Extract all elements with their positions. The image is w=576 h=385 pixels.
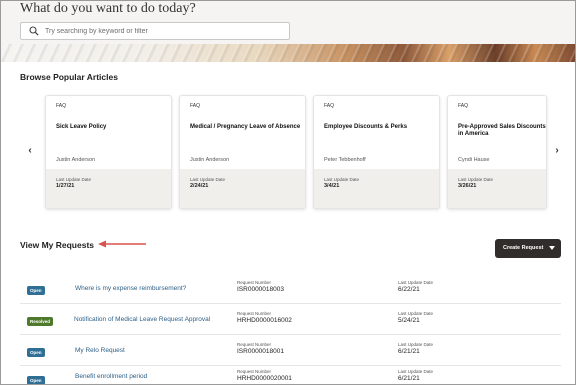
request-title-link[interactable]: Where is my expense reimbursement?: [75, 285, 186, 292]
view-requests-heading: View My Requests: [20, 240, 95, 250]
request-date: 6/22/21: [398, 286, 420, 293]
article-type: FAQ: [190, 103, 201, 109]
article-date-label: Last Update Date: [190, 177, 226, 182]
request-date: 6/21/21: [398, 348, 420, 355]
request-date-label: Last Update Date: [398, 280, 434, 285]
create-request-button[interactable]: Create Request: [495, 239, 561, 258]
article-footer: Last Update Date 1/27/21: [46, 169, 171, 208]
article-date-label: Last Update Date: [324, 177, 360, 182]
request-row[interactable]: Open My Relo Request Request Number ISR0…: [0, 336, 576, 366]
request-number-label: Request Number: [237, 342, 272, 347]
request-number: HRHD0000020001: [237, 375, 292, 382]
row-divider: [20, 334, 561, 335]
article-footer: Last Update Date 2/24/21: [180, 169, 305, 208]
article-date-label: Last Update Date: [56, 177, 92, 182]
article-type: FAQ: [324, 103, 335, 109]
request-date-label: Last Update Date: [398, 311, 434, 316]
red-arrow-annotation: [98, 240, 146, 248]
request-number: ISR0000018003: [237, 286, 284, 293]
request-number-label: Request Number: [237, 311, 272, 316]
chevron-right-icon[interactable]: ›: [552, 145, 562, 157]
create-request-label: Create Request: [503, 245, 544, 251]
article-date: 1/27/21: [56, 183, 75, 189]
status-badge: Resolved: [27, 317, 54, 326]
article-card[interactable]: FAQ Pre-Approved Sales Discounts in Amer…: [447, 95, 547, 209]
request-date: 6/21/21: [398, 375, 420, 382]
request-date-label: Last Update Date: [398, 342, 434, 347]
article-date: 3/26/21: [458, 183, 477, 189]
search-field[interactable]: [20, 22, 290, 40]
article-card[interactable]: FAQ Medical / Pregnancy Leave of Absence…: [179, 95, 306, 209]
request-row[interactable]: Open Where is my expense reimbursement? …: [0, 274, 576, 304]
status-badge: Open: [27, 348, 45, 357]
request-date-label: Last Update Date: [398, 369, 434, 374]
article-date: 3/4/21: [324, 183, 340, 189]
request-number-label: Request Number: [237, 280, 272, 285]
request-number: ISR0000018001: [237, 348, 284, 355]
article-date: 2/24/21: [190, 183, 209, 189]
request-title-link[interactable]: Notification of Medical Leave Request Ap…: [74, 316, 210, 323]
search-input[interactable]: [45, 24, 285, 38]
hero-decorative-band: [0, 44, 576, 62]
status-badge: Open: [27, 376, 45, 385]
request-title-link[interactable]: My Relo Request: [75, 347, 125, 354]
article-card[interactable]: FAQ Sick Leave Policy Justin Anderson La…: [45, 95, 172, 209]
article-type: FAQ: [56, 103, 67, 109]
article-author: Cyndi Hause: [458, 157, 490, 163]
row-divider: [20, 303, 561, 304]
article-title[interactable]: Medical / Pregnancy Leave of Absence: [190, 124, 302, 131]
search-icon: [29, 26, 39, 36]
caret-down-icon: [549, 246, 555, 250]
article-footer: Last Update Date 3/26/21: [448, 169, 546, 208]
article-author: Justin Anderson: [56, 157, 96, 163]
browse-articles-heading: Browse Popular Articles: [20, 72, 118, 82]
status-badge: Open: [27, 286, 45, 295]
article-footer: Last Update Date 3/4/21: [314, 169, 439, 208]
page-title: What do you want to do today?: [20, 1, 196, 16]
request-date: 5/24/21: [398, 317, 420, 324]
request-number-label: Request Number: [237, 369, 272, 374]
article-author: Justin Anderson: [190, 157, 230, 163]
article-type: FAQ: [458, 103, 469, 109]
hero-banner: What do you want to do today?: [0, 0, 576, 62]
request-row[interactable]: Open Benefit enrollment period Request N…: [0, 365, 576, 385]
article-title[interactable]: Pre-Approved Sales Discounts in America: [458, 124, 546, 138]
article-date-label: Last Update Date: [458, 177, 494, 182]
article-card[interactable]: FAQ Employee Discounts & Perks Peter Teb…: [313, 95, 440, 209]
article-title[interactable]: Sick Leave Policy: [56, 124, 168, 131]
article-author: Peter Tebbenhoff: [324, 157, 366, 163]
request-title-link[interactable]: Benefit enrollment period: [75, 373, 147, 380]
request-number: HRHD0000016002: [237, 317, 292, 324]
request-row[interactable]: Resolved Notification of Medical Leave R…: [0, 305, 576, 335]
chevron-left-icon[interactable]: ‹: [25, 145, 35, 157]
article-title[interactable]: Employee Discounts & Perks: [324, 124, 436, 131]
